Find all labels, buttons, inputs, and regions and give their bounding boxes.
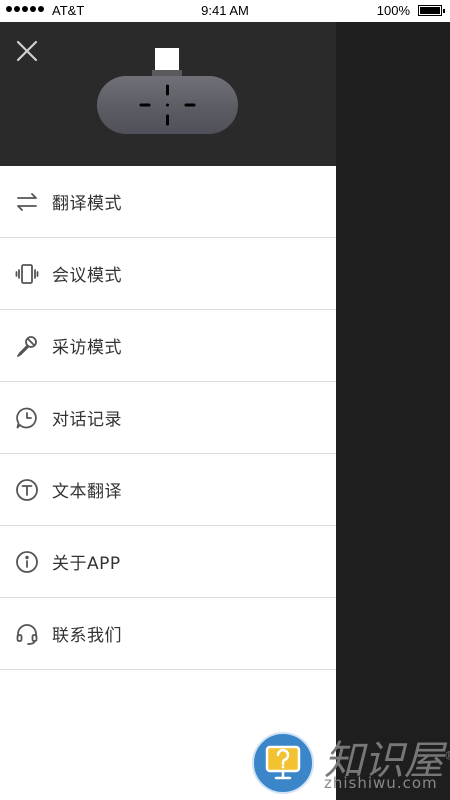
battery-percent: 100%	[376, 3, 410, 18]
menu-item-label: 翻译模式	[52, 194, 122, 214]
menu-item-meeting-mode[interactable]: 会议模式	[0, 238, 336, 310]
menu-item-about-app[interactable]: 关于APP	[0, 526, 336, 598]
close-button[interactable]	[14, 38, 40, 64]
menu-item-label: 会议模式	[52, 266, 122, 286]
drawer-header	[0, 22, 336, 166]
menu-item-label: 关于APP	[52, 554, 121, 574]
watermark-badge	[252, 732, 314, 794]
watermark-url: zhishiwu.com	[324, 774, 438, 792]
device-body	[97, 76, 238, 134]
crosshair-icon	[139, 84, 196, 126]
info-icon	[14, 549, 40, 575]
translator-device-image	[97, 48, 238, 134]
headset-icon	[14, 621, 40, 647]
clock-bubble-icon	[14, 405, 40, 431]
monitor-question-icon	[265, 745, 301, 780]
menu-item-contact-us[interactable]: 联系我们	[0, 598, 336, 670]
menu-item-interview-mode[interactable]: 采访模式	[0, 310, 336, 382]
microphone-icon	[14, 333, 40, 359]
menu-item-conversation-history[interactable]: 对话记录	[0, 382, 336, 454]
swap-arrows-icon	[14, 189, 40, 215]
menu-item-label: 联系我们	[52, 626, 122, 646]
close-icon	[16, 40, 38, 62]
status-bar: AT&T 9:41 AM 100%	[0, 0, 450, 22]
menu-item-label: 对话记录	[52, 410, 122, 430]
vibrate-phone-icon	[14, 261, 40, 287]
menu-item-text-translation[interactable]: 文本翻译	[0, 454, 336, 526]
side-drawer: 翻译模式 会议模式 采访模式 对话记录 文本翻译 关于APP 联系我们	[0, 22, 336, 800]
device-plug	[155, 48, 179, 70]
menu-item-label: 文本翻译	[52, 482, 122, 502]
watermark: 知识屋® zhishiwu.com	[252, 732, 450, 800]
menu-item-label: 采访模式	[52, 338, 122, 358]
battery-icon	[418, 5, 445, 16]
text-t-icon	[14, 477, 40, 503]
menu-item-translate-mode[interactable]: 翻译模式	[0, 166, 336, 238]
drawer-menu: 翻译模式 会议模式 采访模式 对话记录 文本翻译 关于APP 联系我们	[0, 166, 336, 670]
